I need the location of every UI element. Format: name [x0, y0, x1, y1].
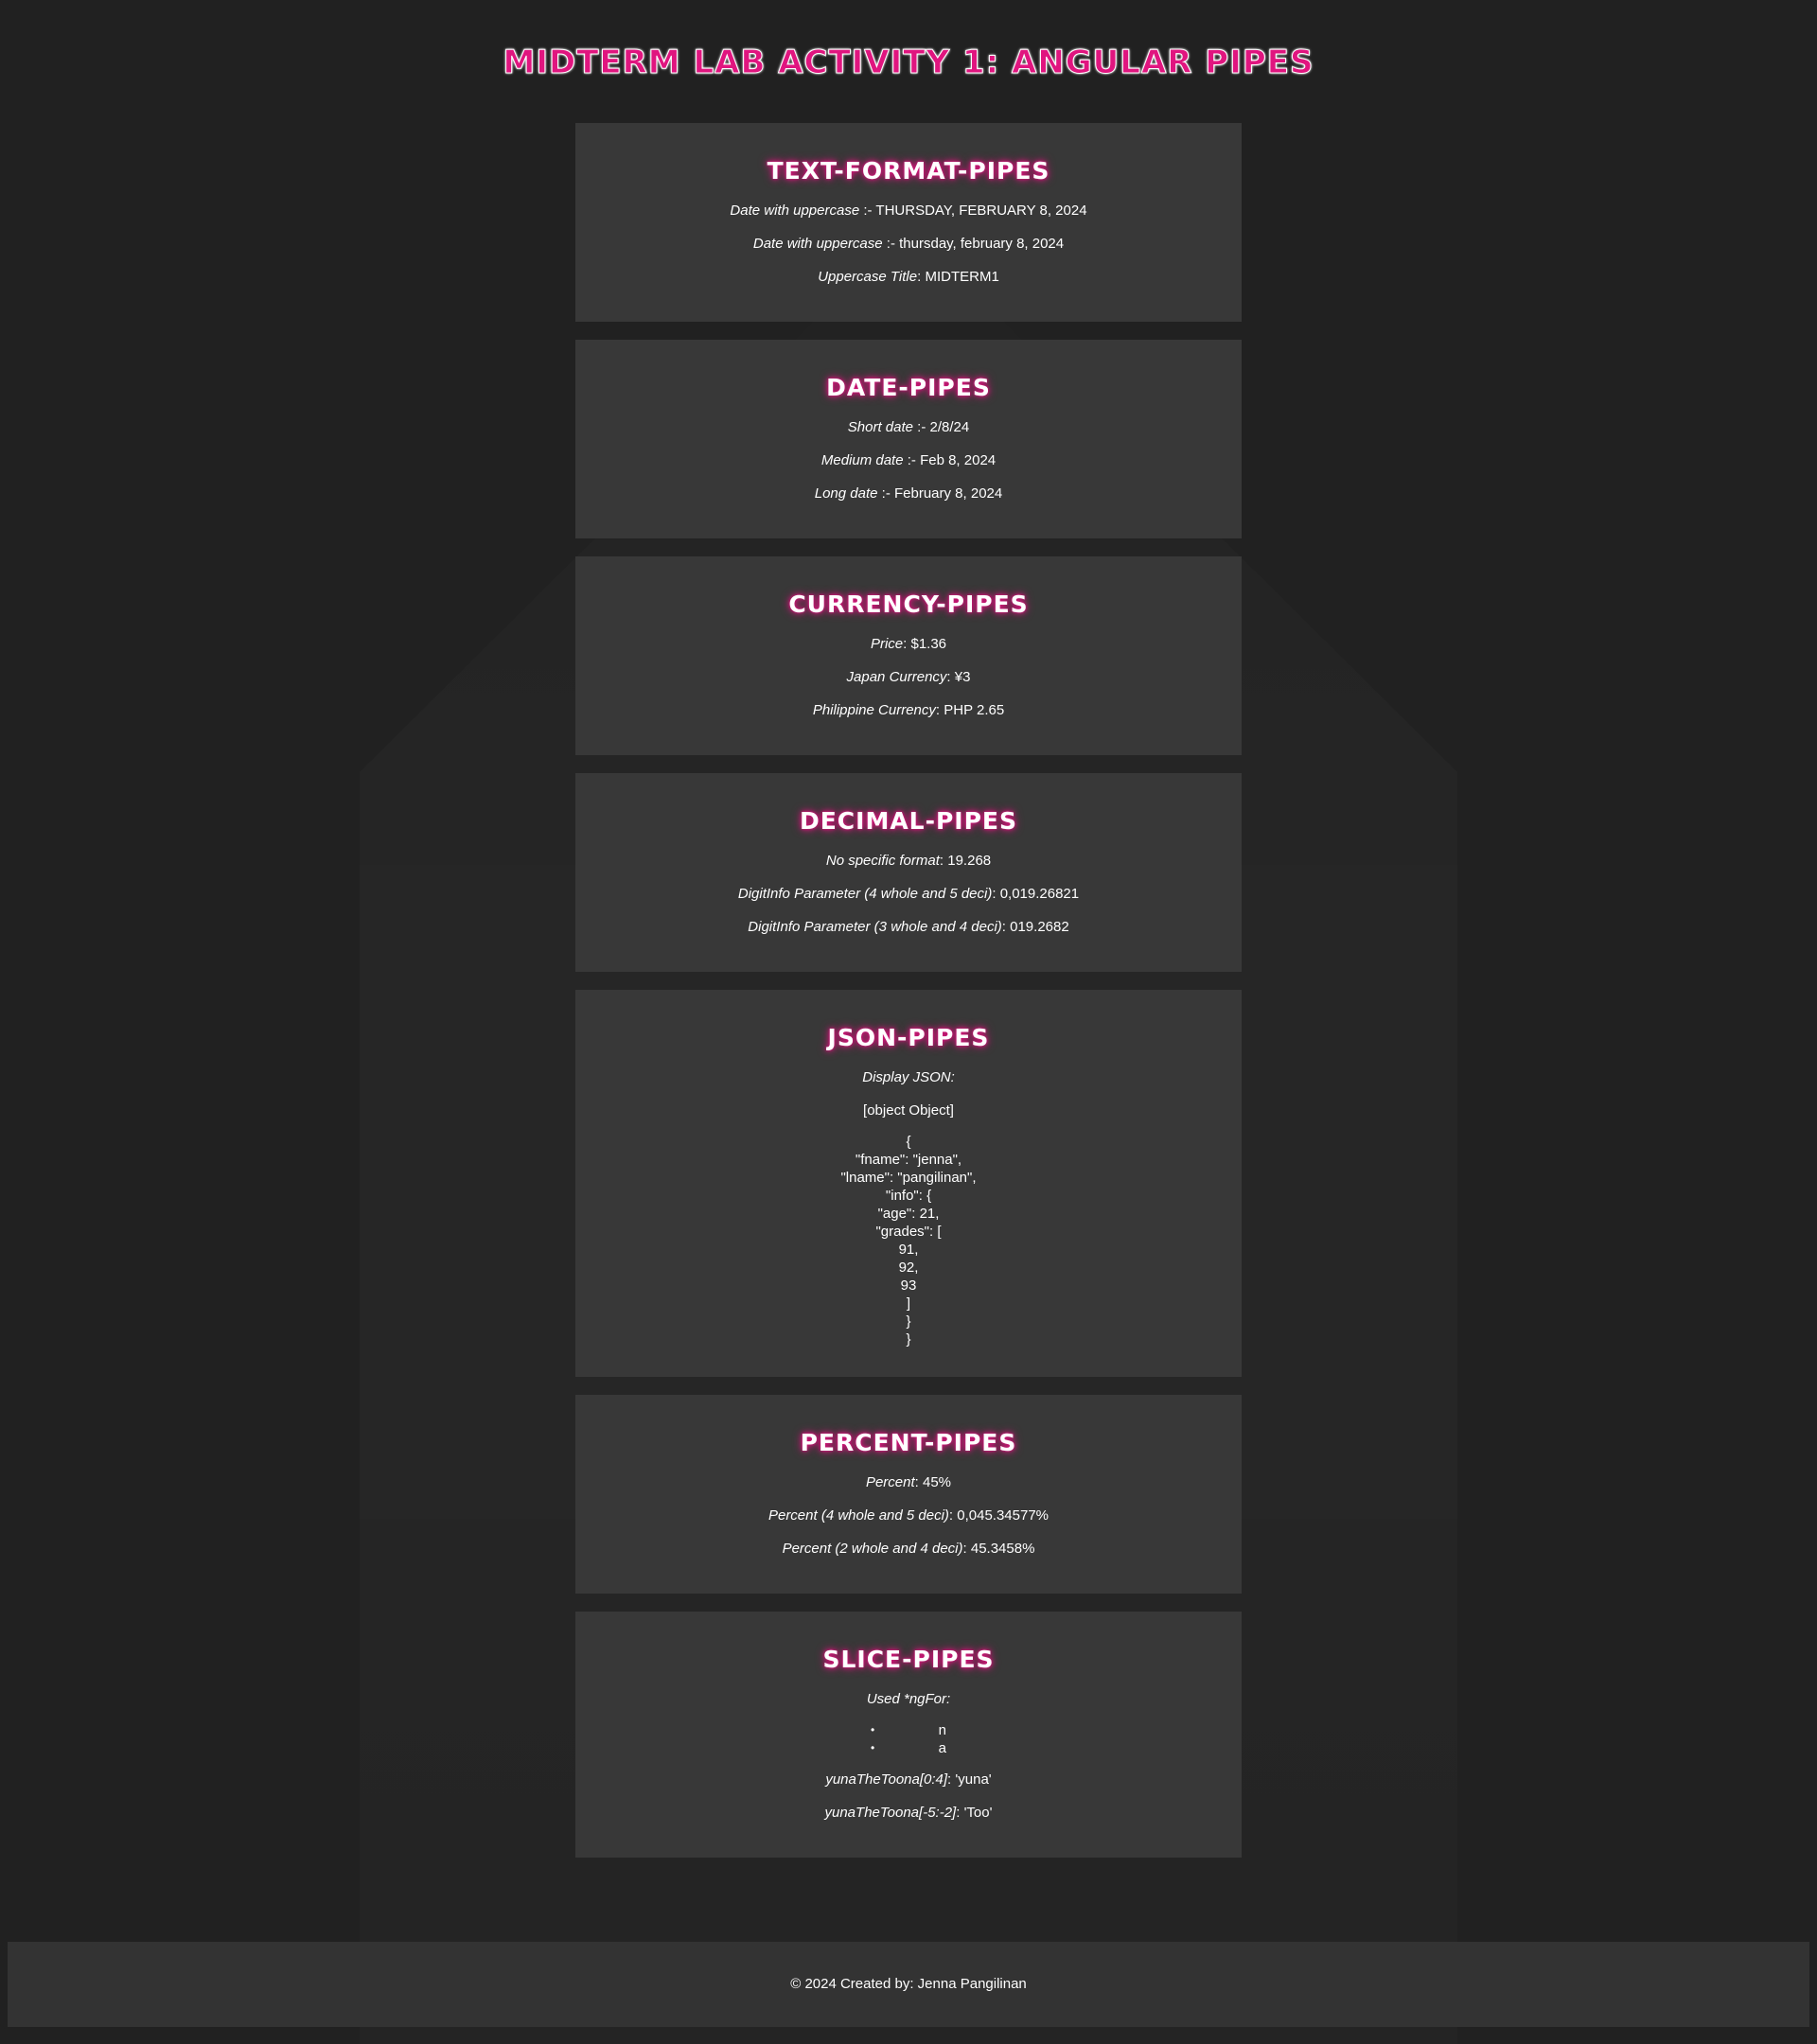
row-label: Short date: [847, 419, 913, 435]
card-title: DECIMAL-PIPES: [799, 807, 1018, 835]
decimal-pipes-card: DECIMAL-PIPES No specific format: 19.268…: [575, 773, 1242, 972]
card-row: Philippine Currency: PHP 2.65: [594, 694, 1223, 727]
json-label-row: Display JSON:: [594, 1061, 1223, 1094]
row-value: Feb 8, 2024: [920, 452, 997, 468]
row-separator: :: [935, 702, 944, 718]
card-row: Short date :- 2/8/24: [594, 411, 1223, 444]
card-row: Price: $1.36: [594, 627, 1223, 661]
card-title: DATE-PIPES: [826, 374, 991, 401]
row-separator: :-: [903, 452, 921, 468]
card-row: DigitInfo Parameter (4 whole and 5 deci)…: [594, 877, 1223, 910]
row-separator: :-: [859, 203, 876, 219]
card-title: CURRENCY-PIPES: [788, 590, 1029, 618]
row-label: Long date: [814, 485, 878, 502]
row-value: ¥3: [954, 669, 971, 685]
row-value: 45.3458%: [970, 1541, 1035, 1557]
row-value: 'Too': [963, 1805, 993, 1821]
card-title: JSON-PIPES: [827, 1024, 990, 1051]
row-separator: :: [1001, 919, 1011, 935]
row-label: DigitInfo Parameter (4 whole and 5 deci): [737, 886, 993, 902]
bullet-icon: •: [871, 1741, 875, 1754]
footer-text: © 2024 Created by: Jenna Pangilinan: [790, 1976, 1027, 1992]
card-row: Uppercase Title: MIDTERM1: [594, 260, 1223, 293]
row-value: 019.2682: [1010, 919, 1069, 935]
row-separator: :-: [913, 419, 930, 435]
card-title: SLICE-PIPES: [822, 1646, 995, 1673]
row-label: Date with uppercase: [752, 236, 883, 252]
row-separator: :: [948, 1507, 958, 1524]
row-label: Medium date: [820, 452, 904, 468]
slice-pipes-card: SLICE-PIPES Used *ngFor: • n • a yunaTheTo…: [575, 1612, 1242, 1858]
slice-label: Used *ngFor:: [866, 1691, 951, 1707]
row-value: 45%: [923, 1474, 952, 1490]
slice-list: • n • a: [871, 1721, 946, 1757]
json-output: { "fname": "jenna", "lname": "pangilinan…: [840, 1134, 977, 1348]
row-separator: :: [946, 669, 955, 685]
row-separator: :: [962, 1541, 971, 1557]
row-separator: :-: [882, 236, 900, 252]
json-label: Display JSON:: [862, 1069, 955, 1085]
card-row: Percent: 45%: [594, 1466, 1223, 1499]
row-value: $1.36: [910, 636, 947, 652]
row-label: yunaTheToona[0:4]: [825, 1771, 948, 1788]
currency-pipes-card: CURRENCY-PIPES Price: $1.36 Japan Curren…: [575, 556, 1242, 755]
row-label: Date with uppercase: [730, 203, 860, 219]
row-label: Uppercase Title: [818, 269, 918, 285]
bullet-icon: •: [871, 1723, 875, 1736]
percent-pipes-card: PERCENT-PIPES Percent: 45% Percent (4 wh…: [575, 1395, 1242, 1594]
row-label: Price: [870, 636, 904, 652]
row-value: MIDTERM1: [925, 269, 999, 285]
pipes-cards: TEXT-FORMAT-PIPES Date with uppercase :-…: [575, 123, 1242, 1858]
slice-label-row: Used *ngFor:: [594, 1683, 1223, 1716]
card-row: Japan Currency: ¥3: [594, 661, 1223, 694]
row-value: 19.268: [947, 853, 992, 869]
row-value: PHP 2.65: [944, 702, 1005, 718]
card-row: yunaTheToona[0:4]: 'yuna': [594, 1763, 1223, 1796]
row-label: yunaTheToona[-5:-2]: [824, 1805, 957, 1821]
card-row: Medium date :- Feb 8, 2024: [594, 444, 1223, 477]
card-title: PERCENT-PIPES: [800, 1429, 1017, 1456]
card-title: TEXT-FORMAT-PIPES: [767, 157, 1050, 185]
json-pipes-card: JSON-PIPES Display JSON: [object Object]…: [575, 990, 1242, 1377]
list-item: • n: [871, 1721, 946, 1739]
row-value: 0,045.34577%: [957, 1507, 1050, 1524]
row-value: 2/8/24: [929, 419, 970, 435]
row-label: Philippine Currency: [812, 702, 936, 718]
row-label: DigitInfo Parameter (3 whole and 4 deci): [748, 919, 1002, 935]
row-separator: :: [939, 853, 948, 869]
json-object-text: [object Object]: [863, 1102, 954, 1119]
card-row: Date with uppercase :- THURSDAY, FEBRUAR…: [594, 194, 1223, 227]
list-item-text: n: [938, 1722, 946, 1738]
card-row: No specific format: 19.268: [594, 844, 1223, 877]
row-value: February 8, 2024: [893, 485, 1003, 502]
list-item-text: a: [938, 1740, 946, 1756]
row-value: THURSDAY, FEBRUARY 8, 2024: [875, 203, 1087, 219]
page-title: MIDTERM LAB ACTIVITY 1: ANGULAR PIPES: [503, 44, 1314, 82]
row-separator: :: [992, 886, 1000, 902]
row-label: Percent (4 whole and 5 deci): [767, 1507, 949, 1524]
row-label: Japan Currency: [846, 669, 947, 685]
row-label: No specific format: [825, 853, 940, 869]
row-value: 0,019.26821: [999, 886, 1080, 902]
card-row: Percent (4 whole and 5 deci): 0,045.3457…: [594, 1499, 1223, 1532]
footer: © 2024 Created by: Jenna Pangilinan: [8, 1942, 1809, 2027]
card-row: Date with uppercase :- thursday, februar…: [594, 227, 1223, 260]
row-value: 'yuna': [955, 1771, 992, 1788]
row-label: Percent (2 whole and 4 deci): [782, 1541, 963, 1557]
row-separator: :-: [877, 485, 894, 502]
list-item: • a: [871, 1739, 946, 1757]
row-separator: :: [914, 1474, 923, 1490]
row-label: Percent: [865, 1474, 915, 1490]
card-row: Long date :- February 8, 2024: [594, 477, 1223, 510]
row-separator: :: [956, 1805, 964, 1821]
row-value: thursday, february 8, 2024: [899, 236, 1065, 252]
card-row: Percent (2 whole and 4 deci): 45.3458%: [594, 1532, 1223, 1565]
date-pipes-card: DATE-PIPES Short date :- 2/8/24 Medium d…: [575, 340, 1242, 538]
card-row: DigitInfo Parameter (3 whole and 4 deci)…: [594, 910, 1223, 943]
card-row: yunaTheToona[-5:-2]: 'Too': [594, 1796, 1223, 1829]
text-format-pipes-card: TEXT-FORMAT-PIPES Date with uppercase :-…: [575, 123, 1242, 322]
